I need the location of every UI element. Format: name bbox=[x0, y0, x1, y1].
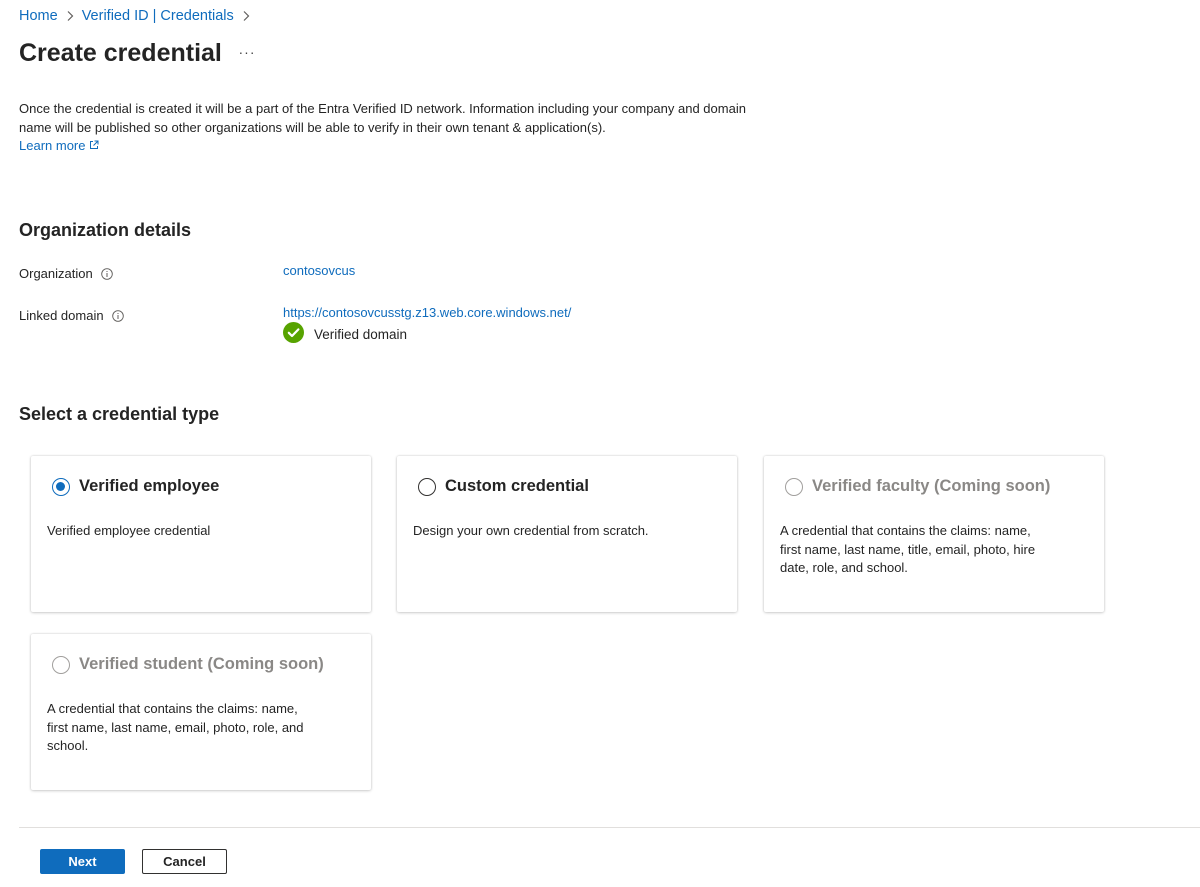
card-title: Verified employee bbox=[79, 477, 220, 495]
chevron-right-icon bbox=[66, 10, 74, 22]
credential-card-custom[interactable]: Custom credential Design your own creden… bbox=[397, 456, 737, 612]
credential-card-verified-employee[interactable]: Verified employee Verified employee cred… bbox=[31, 456, 371, 612]
linked-domain-link[interactable]: https://contosovcusstg.z13.web.core.wind… bbox=[283, 305, 571, 320]
custom-credential-radio[interactable] bbox=[418, 477, 436, 496]
check-circle-icon bbox=[283, 322, 304, 346]
organization-details-heading: Organization details bbox=[19, 220, 192, 240]
intro-text: Once the credential is created it will b… bbox=[19, 101, 746, 135]
page-title: Create credential bbox=[19, 39, 222, 67]
verified-faculty-radio bbox=[785, 477, 803, 496]
breadcrumb-home[interactable]: Home bbox=[19, 8, 58, 24]
organization-label: Organization bbox=[19, 266, 93, 281]
credential-card-verified-faculty: Verified faculty (Coming soon) A credent… bbox=[764, 456, 1104, 612]
organization-label-row: Organization bbox=[19, 266, 113, 281]
breadcrumb-credentials[interactable]: Verified ID | Credentials bbox=[82, 8, 234, 24]
organization-value-link[interactable]: contosovcus bbox=[283, 263, 355, 278]
linked-domain-label-row: Linked domain bbox=[19, 308, 124, 323]
verified-employee-radio[interactable] bbox=[52, 477, 70, 496]
cancel-button[interactable]: Cancel bbox=[142, 849, 227, 874]
card-title: Custom credential bbox=[445, 477, 589, 495]
card-title: Verified faculty (Coming soon) bbox=[812, 477, 1051, 495]
verified-domain-status: Verified domain bbox=[283, 322, 407, 346]
credential-card-verified-student: Verified student (Coming soon) A credent… bbox=[31, 634, 371, 790]
breadcrumb: Home Verified ID | Credentials bbox=[19, 8, 258, 24]
card-description: Verified employee credential bbox=[47, 523, 211, 538]
footer-divider bbox=[19, 827, 1200, 828]
verified-domain-label: Verified domain bbox=[314, 326, 408, 342]
verified-student-radio bbox=[52, 655, 70, 674]
external-link-icon bbox=[89, 137, 99, 156]
learn-more-label: Learn more bbox=[19, 138, 86, 153]
more-options-button[interactable]: ··· bbox=[236, 40, 258, 64]
credential-type-heading: Select a credential type bbox=[19, 404, 220, 424]
learn-more-link[interactable]: Learn more bbox=[19, 137, 99, 156]
card-description: Design your own credential from scratch. bbox=[413, 523, 649, 538]
card-description: A credential that contains the claims: n… bbox=[780, 523, 1036, 575]
chevron-right-icon bbox=[242, 10, 250, 22]
info-icon[interactable] bbox=[111, 309, 124, 322]
next-button[interactable]: Next bbox=[40, 849, 125, 874]
card-description: A credential that contains the claims: n… bbox=[47, 701, 304, 753]
linked-domain-label: Linked domain bbox=[19, 308, 104, 323]
intro-text-block: Once the credential is created it will b… bbox=[19, 100, 759, 156]
card-title: Verified student (Coming soon) bbox=[79, 655, 324, 673]
info-icon[interactable] bbox=[100, 267, 113, 280]
